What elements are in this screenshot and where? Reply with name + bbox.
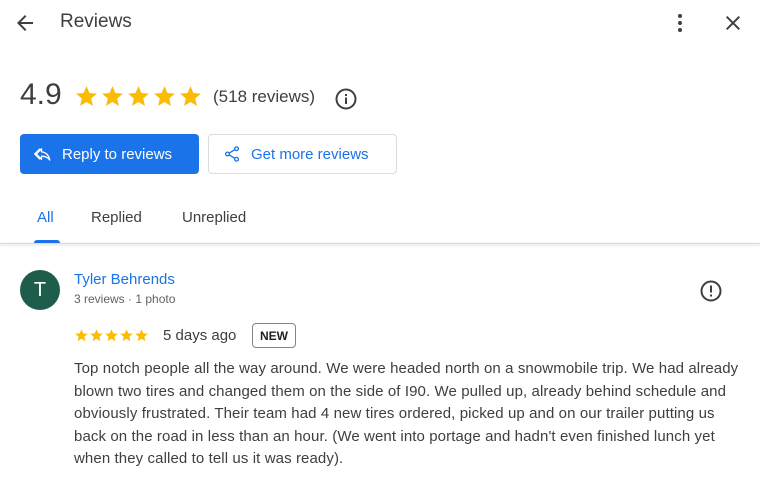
reviewer-meta: 3 reviews · 1 photo	[74, 292, 176, 306]
review-date: 5 days ago	[163, 327, 237, 344]
review-count: (518 reviews)	[213, 87, 316, 106]
rating-info-button[interactable]	[333, 86, 359, 112]
tab-unreplied[interactable]: Unreplied	[182, 209, 246, 226]
star-icon	[120, 329, 133, 342]
star-icon	[154, 86, 175, 106]
reply-to-reviews-label: Reply to reviews	[62, 145, 173, 163]
star-icon	[180, 86, 201, 106]
more-options-button[interactable]	[666, 8, 694, 38]
review-text: Top notch people all the way around. We …	[74, 360, 739, 467]
star-icon	[90, 329, 103, 342]
review-stars	[74, 328, 149, 343]
reply-to-reviews-button[interactable]: Reply to reviews	[20, 134, 199, 174]
info-icon	[335, 88, 357, 110]
more-vert-icon	[678, 14, 682, 32]
tabs-divider	[0, 243, 760, 244]
report-review-button[interactable]	[698, 278, 724, 304]
star-icon	[76, 86, 97, 106]
report-icon	[700, 280, 722, 302]
star-icon	[105, 329, 118, 342]
close-icon	[726, 16, 740, 30]
star-icon	[135, 329, 148, 342]
star-icon	[128, 86, 149, 106]
page-title: Reviews	[60, 11, 132, 32]
tab-replied[interactable]: Replied	[91, 209, 142, 226]
get-more-reviews-label: Get more reviews	[251, 145, 369, 163]
back-button[interactable]	[10, 8, 40, 38]
star-icon	[75, 329, 88, 342]
avatar: T	[20, 270, 60, 310]
close-button[interactable]	[718, 8, 748, 38]
get-more-reviews-button[interactable]: Get more reviews	[208, 134, 397, 174]
back-arrow-icon	[17, 15, 33, 31]
star-icon	[102, 86, 123, 106]
share-icon	[223, 145, 241, 163]
reply-icon	[34, 145, 52, 163]
tab-all[interactable]: All	[37, 209, 54, 226]
reviewer-name[interactable]: Tyler Behrends	[74, 271, 175, 288]
rating-stars	[74, 84, 203, 109]
new-badge: NEW	[252, 323, 296, 348]
average-rating: 4.9	[20, 78, 62, 111]
